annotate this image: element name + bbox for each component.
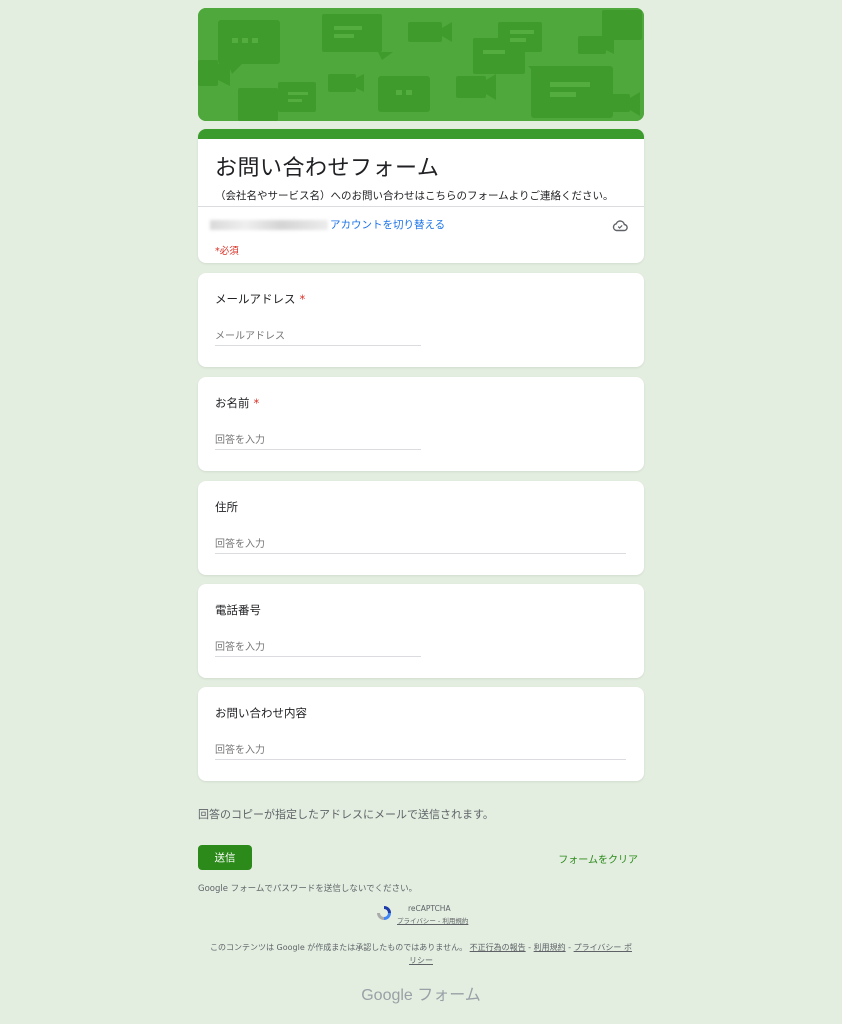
disclaimer-text: このコンテンツは Google が作成または承認したものではありません。 xyxy=(210,943,468,952)
question-card-phone: 電話番号 xyxy=(198,584,644,678)
question-label: お問い合わせ内容 xyxy=(215,706,307,720)
clear-form-button[interactable]: フォームをクリア xyxy=(558,851,638,866)
cloud-icon[interactable] xyxy=(612,217,628,236)
password-note: Google フォームでパスワードを送信しないでください。 xyxy=(198,884,418,894)
submit-button[interactable]: 送信 xyxy=(198,845,252,870)
banner-pattern xyxy=(198,8,644,121)
header-banner xyxy=(198,8,644,121)
recaptcha-label: reCAPTCHA xyxy=(408,904,451,913)
question-label: お名前 * xyxy=(215,396,260,410)
terms-link[interactable]: 利用規約 xyxy=(534,943,566,952)
disclaimer: このコンテンツは Google が作成または承認したものではありません。 不正行… xyxy=(198,941,644,967)
separator: - xyxy=(565,943,574,952)
header-divider xyxy=(198,206,644,207)
account-row: アカウントを切り替える xyxy=(210,217,445,232)
switch-account-link[interactable]: アカウントを切り替える xyxy=(330,219,445,231)
required-note: *必須 xyxy=(215,246,239,257)
copy-note: 回答のコピーが指定したアドレスにメールで送信されます。 xyxy=(198,808,494,821)
google-forms-logo[interactable]: Google フォーム xyxy=(198,981,644,1005)
required-star: * xyxy=(253,396,260,410)
email-field[interactable] xyxy=(215,328,421,346)
question-card-inquiry: お問い合わせ内容 xyxy=(198,687,644,781)
address-field[interactable] xyxy=(215,536,626,554)
required-star: * xyxy=(299,292,306,306)
question-card-email: メールアドレス * xyxy=(198,273,644,367)
recaptcha-badge: reCAPTCHA プライバシー - 利用規約 xyxy=(375,904,475,926)
inquiry-field[interactable] xyxy=(215,742,626,760)
question-label: 住所 xyxy=(215,500,238,514)
question-card-name: お名前 * xyxy=(198,377,644,471)
form-title: お問い合わせフォーム xyxy=(215,156,440,181)
question-label: メールアドレス * xyxy=(215,292,306,306)
question-label: 電話番号 xyxy=(215,603,261,617)
question-card-address: 住所 xyxy=(198,481,644,575)
form-description: （会社名やサービス名）へのお問い合わせはこちらのフォームよりご連絡ください。 xyxy=(215,190,614,202)
report-abuse-link[interactable]: 不正行為の報告 xyxy=(470,943,526,952)
form-header-card: お問い合わせフォーム （会社名やサービス名）へのお問い合わせはこちらのフォームよ… xyxy=(198,129,644,263)
recaptcha-icon xyxy=(375,904,393,926)
separator: - xyxy=(525,943,534,952)
blurred-email xyxy=(210,220,328,230)
name-field[interactable] xyxy=(215,432,421,450)
recaptcha-links[interactable]: プライバシー - 利用規約 xyxy=(397,915,468,925)
phone-field[interactable] xyxy=(215,639,421,657)
